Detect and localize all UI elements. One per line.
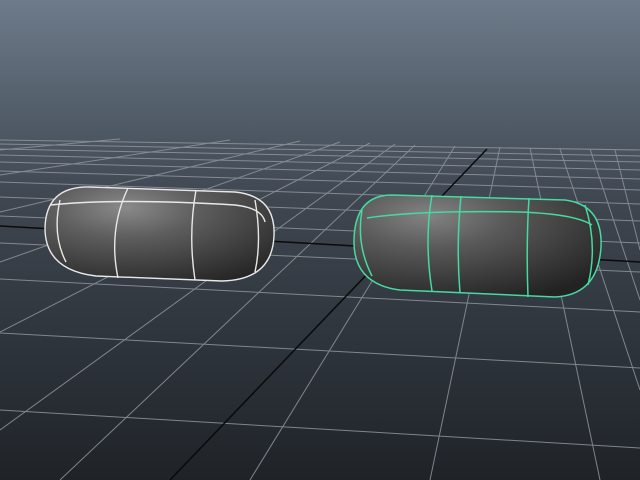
3d-viewport[interactable] [0, 0, 640, 480]
capsule-object-selected[interactable] [353, 194, 602, 298]
capsule-mesh-selected[interactable] [353, 195, 602, 297]
viewport-canvas[interactable] [0, 0, 640, 480]
capsule-object[interactable] [44, 186, 275, 282]
capsule-mesh[interactable] [45, 186, 275, 281]
